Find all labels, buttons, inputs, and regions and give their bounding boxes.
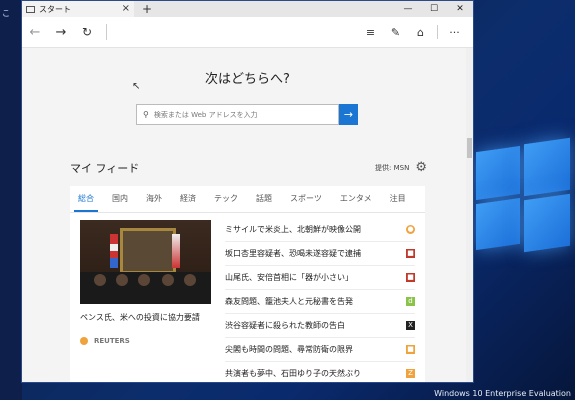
- maximize-button[interactable]: ☐: [421, 1, 447, 17]
- close-window-button[interactable]: ✕: [447, 1, 473, 17]
- feed-tabs: 総合 国内 海外 経済 テック 話題 スポーツ エンタメ 注目: [70, 186, 425, 213]
- forward-arrow-icon[interactable]: →: [48, 25, 74, 40]
- tab-economy[interactable]: 経済: [180, 186, 196, 212]
- headline-text[interactable]: 共演者も夢中、石田ゆり子の天然ぶり: [225, 368, 361, 379]
- person: [138, 274, 150, 286]
- headline-item[interactable]: ミサイルで米炎上、北朝鮮が映像公開 ●: [225, 218, 415, 242]
- person: [116, 274, 128, 286]
- headline-text[interactable]: 坂口杏里容疑者、恐喝未遂容疑で逮捕: [225, 248, 361, 259]
- search-bar: ⚲ 検索または Web アドレスを入力 →: [136, 104, 358, 125]
- new-tab-button[interactable]: +: [142, 1, 152, 17]
- more-options-icon[interactable]: ···: [442, 26, 467, 39]
- tab-favicon-icon: [26, 5, 35, 13]
- person: [94, 274, 106, 286]
- headline-text[interactable]: 尖閣も時間の問題、尋常防衛の限界: [225, 344, 353, 355]
- start-page: ↖ 次はどちらへ? ⚲ 検索または Web アドレスを入力 → マイ フィード …: [22, 48, 473, 382]
- hub-icon[interactable]: ≡: [358, 26, 383, 39]
- window-controls: — ☐ ✕: [395, 1, 473, 17]
- desktop-icon-label: こ: [2, 9, 10, 18]
- desktop-strip: こ: [0, 0, 22, 400]
- source-logo-icon: ■: [406, 249, 415, 258]
- source-logo-icon: ●: [406, 225, 415, 234]
- windows-logo: [476, 135, 570, 255]
- tab-featured[interactable]: 注目: [390, 186, 406, 212]
- person: [162, 274, 174, 286]
- tab-title: スタート: [39, 4, 71, 14]
- headline-item[interactable]: 森友問題、籠池夫人と元秘書を告発 d: [225, 290, 415, 314]
- source-label: REUTERS: [94, 337, 130, 345]
- source-logo-icon: X: [406, 321, 415, 330]
- source-logo-icon: d: [406, 297, 415, 306]
- toolbar-tools: ≡ ✎ ⌂ ···: [358, 17, 467, 47]
- headline-text[interactable]: ミサイルで米炎上、北朝鮮が映像公開: [225, 224, 361, 235]
- headline-item[interactable]: 渋谷容疑者に殺られた教師の告白 X: [225, 314, 415, 338]
- tab-bar: スタート × + — ☐ ✕: [22, 1, 473, 17]
- toolbar-divider: [437, 25, 438, 39]
- tab-domestic[interactable]: 国内: [112, 186, 128, 212]
- page-scrollbar[interactable]: [466, 48, 473, 382]
- headline-item[interactable]: 山尾氏、安倍首相に「器が小さい」 ■: [225, 266, 415, 290]
- scrollbar-thumb[interactable]: [467, 138, 472, 158]
- headline-item[interactable]: 坂口杏里容疑者、恐喝未遂容疑で逮捕 ■: [225, 242, 415, 266]
- tab-overseas[interactable]: 海外: [146, 186, 162, 212]
- share-icon[interactable]: ⌂: [408, 26, 433, 39]
- gear-icon[interactable]: ⚙: [415, 160, 427, 175]
- feed-provider: 提供: MSN ⚙: [375, 160, 427, 175]
- source-logo-icon: Z: [406, 369, 415, 378]
- reuters-icon: [80, 337, 88, 345]
- story-title[interactable]: ペンス氏、米への投資に協力要請: [80, 312, 211, 323]
- portrait-frame: [120, 228, 176, 274]
- web-note-icon[interactable]: ✎: [383, 26, 408, 39]
- edge-window: スタート × + — ☐ ✕ ← → ↻ ≡ ✎ ⌂ ··· ↖ 次はどちらへ?…: [21, 0, 474, 383]
- tab-entertainment[interactable]: エンタメ: [340, 186, 372, 212]
- tab-tech[interactable]: テック: [214, 186, 238, 212]
- tab-sports[interactable]: スポーツ: [290, 186, 322, 212]
- provider-label: 提供: MSN: [375, 163, 410, 172]
- page-heading: 次はどちらへ?: [205, 72, 290, 87]
- us-flag: [110, 234, 118, 268]
- tab-close-icon[interactable]: ×: [122, 3, 130, 15]
- japan-flag: [172, 234, 180, 268]
- tab-topics[interactable]: 話題: [256, 186, 272, 212]
- refresh-icon[interactable]: ↻: [74, 25, 100, 39]
- headline-list: ミサイルで米炎上、北朝鮮が映像公開 ● 坂口杏里容疑者、恐喝未遂容疑で逮捕 ■ 山尾氏、…: [225, 218, 415, 382]
- headline-text[interactable]: 渋谷容疑者に殺られた教師の告白: [225, 320, 345, 331]
- navigation-toolbar: ← → ↻ ≡ ✎ ⌂ ···: [22, 17, 473, 48]
- headline-item[interactable]: 尖閣も時間の問題、尋常防衛の限界 ■: [225, 338, 415, 362]
- address-bar-caret[interactable]: [106, 24, 107, 40]
- headline-item[interactable]: 共演者も夢中、石田ゆり子の天然ぶり Z: [225, 362, 415, 382]
- source-logo-icon: ■: [406, 273, 415, 282]
- top-story[interactable]: ペンス氏、米への投資に協力要請 REUTERS: [80, 220, 211, 345]
- feed-title: マイ フィード: [70, 162, 140, 175]
- news-feed: 総合 国内 海外 経済 テック 話題 スポーツ エンタメ 注目 ペンス氏、米への…: [70, 186, 425, 382]
- search-go-button[interactable]: →: [339, 104, 358, 125]
- search-icon: ⚲: [143, 110, 149, 119]
- os-watermark: Windows 10 Enterprise Evaluation: [434, 389, 571, 398]
- story-source: REUTERS: [80, 337, 211, 345]
- story-photo[interactable]: [80, 220, 211, 304]
- headline-text[interactable]: 森友問題、籠池夫人と元秘書を告発: [225, 296, 353, 307]
- person: [184, 274, 196, 286]
- minimize-button[interactable]: —: [395, 1, 421, 17]
- search-input[interactable]: ⚲ 検索または Web アドレスを入力: [136, 104, 339, 125]
- source-logo-icon: ■: [406, 345, 415, 354]
- headline-text[interactable]: 山尾氏、安倍首相に「器が小さい」: [225, 272, 353, 283]
- search-placeholder: 検索または Web アドレスを入力: [153, 110, 258, 119]
- tab-general[interactable]: 総合: [74, 186, 98, 212]
- back-arrow-icon[interactable]: ←: [22, 25, 48, 40]
- tab-start[interactable]: スタート ×: [22, 1, 134, 17]
